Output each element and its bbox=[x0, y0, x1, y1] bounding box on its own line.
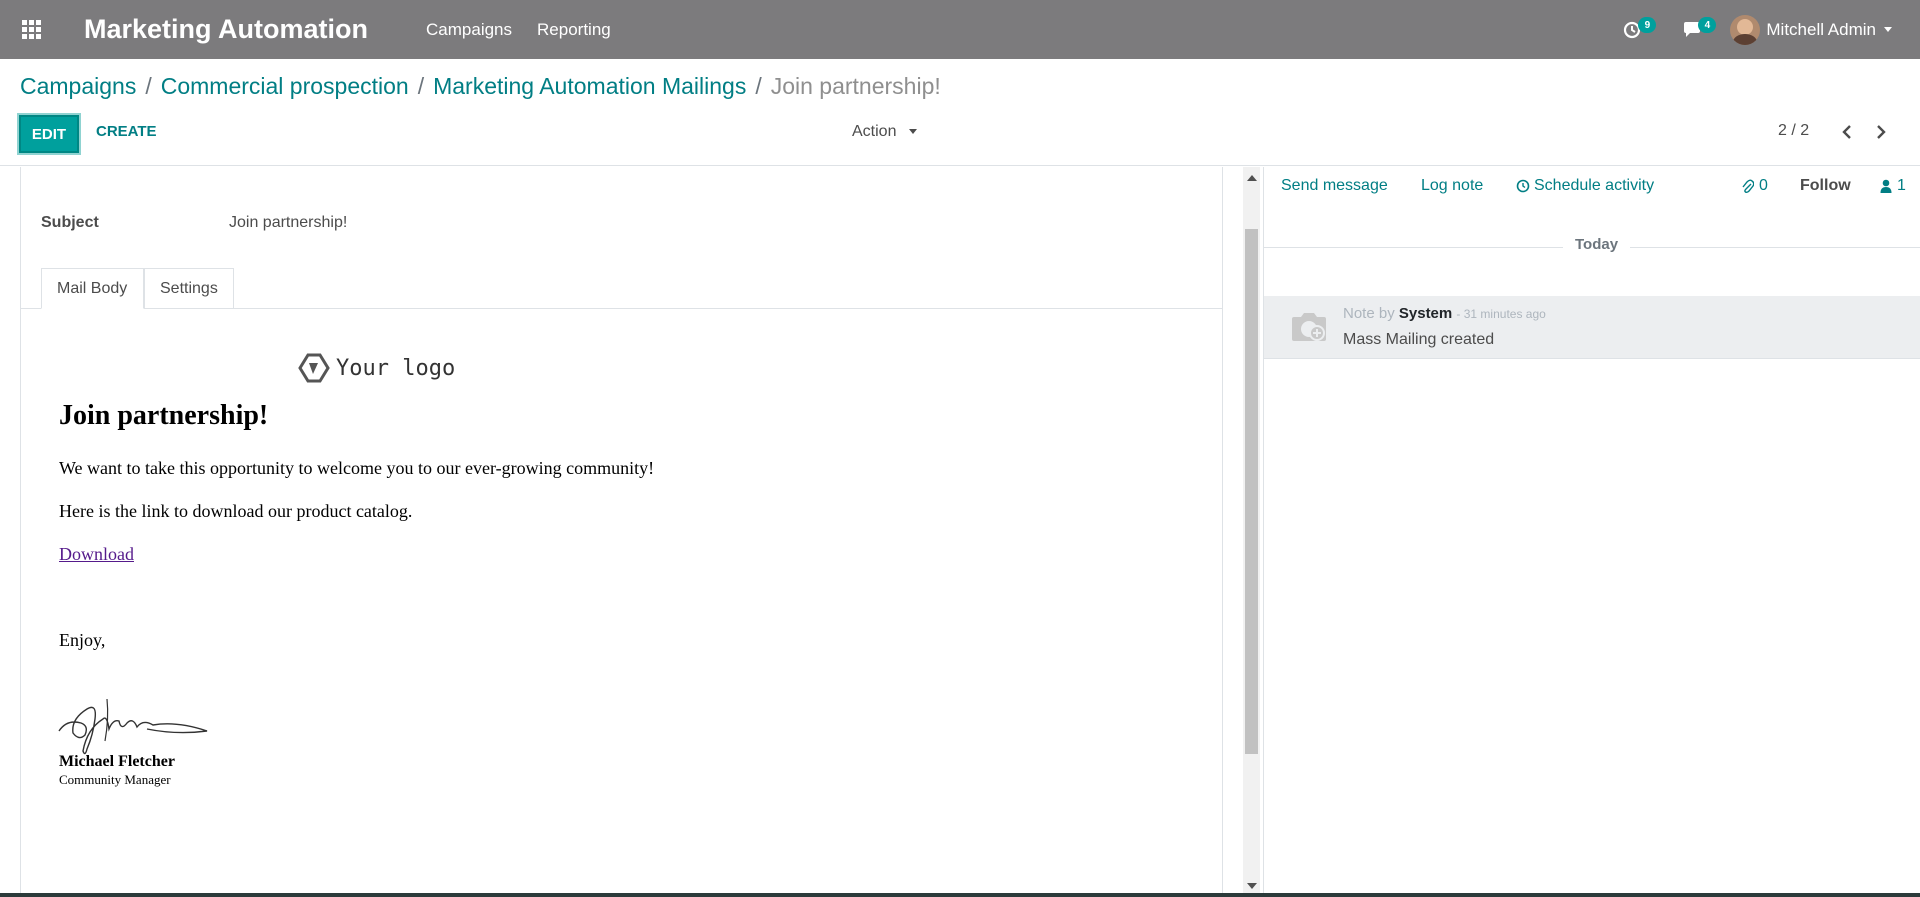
control-panel: Campaigns / Commercial prospection / Mar… bbox=[0, 59, 1920, 166]
scroll-thumb[interactable] bbox=[1245, 229, 1258, 754]
breadcrumb-current: Join partnership! bbox=[770, 73, 941, 99]
attachments-count: 0 bbox=[1759, 177, 1768, 194]
company-logo: Your logo bbox=[298, 352, 455, 384]
signature-role: Community Manager bbox=[59, 772, 171, 787]
message-count-badge: 4 bbox=[1698, 17, 1717, 33]
chatter-message: Note by System - 31 minutes ago Mass Mai… bbox=[1264, 296, 1920, 359]
menu-campaigns[interactable]: Campaigns bbox=[426, 20, 512, 40]
subject-label: Subject bbox=[41, 214, 99, 231]
form-scrollbar[interactable] bbox=[1243, 167, 1260, 897]
message-time: - 31 minutes ago bbox=[1456, 307, 1546, 321]
action-label: Action bbox=[852, 123, 897, 140]
user-name: Mitchell Admin bbox=[1766, 19, 1876, 39]
mail-closing: Enjoy, bbox=[59, 630, 106, 650]
breadcrumb-campaigns[interactable]: Campaigns bbox=[20, 73, 136, 100]
top-navbar: Marketing Automation Campaigns Reporting… bbox=[0, 0, 1920, 59]
form-tabs: Mail Body Settings bbox=[21, 267, 1223, 309]
avatar bbox=[1730, 14, 1761, 45]
follow-button[interactable]: Follow bbox=[1800, 177, 1851, 195]
signature-image bbox=[58, 698, 208, 755]
message-author[interactable]: System bbox=[1399, 305, 1452, 322]
date-separator-label: Today bbox=[1563, 236, 1631, 253]
chevron-right-icon bbox=[1877, 125, 1886, 139]
chevron-down-icon bbox=[1884, 27, 1892, 32]
menu-reporting[interactable]: Reporting bbox=[537, 20, 611, 40]
send-message-button[interactable]: Send message bbox=[1281, 177, 1388, 195]
chatter-panel: Send message Log note Schedule activity … bbox=[1263, 167, 1920, 897]
followers-count: 1 bbox=[1897, 177, 1906, 194]
breadcrumb-separator: / bbox=[417, 73, 425, 99]
user-menu[interactable]: Mitchell Admin bbox=[1730, 14, 1892, 45]
edit-button[interactable]: EDIT bbox=[19, 115, 79, 153]
attachments-button[interactable]: 0 bbox=[1742, 177, 1768, 195]
mail-paragraph-1: We want to take this opportunity to welc… bbox=[59, 458, 655, 478]
followers-button[interactable]: 1 bbox=[1880, 177, 1906, 195]
bottom-edge bbox=[0, 893, 1920, 897]
breadcrumb-separator: / bbox=[145, 73, 152, 99]
pager-next-button[interactable] bbox=[1870, 121, 1892, 143]
scroll-down-arrow[interactable] bbox=[1247, 883, 1257, 889]
create-button[interactable]: CREATE bbox=[96, 123, 157, 140]
schedule-activity-label: Schedule activity bbox=[1534, 177, 1655, 194]
tab-mail-body[interactable]: Mail Body bbox=[41, 268, 144, 309]
paperclip-icon bbox=[1742, 179, 1754, 193]
logo-icon bbox=[298, 353, 330, 383]
user-icon bbox=[1880, 179, 1892, 193]
clock-icon bbox=[1516, 179, 1530, 193]
subject-value: Join partnership! bbox=[229, 214, 348, 231]
form-sheet: Subject Join partnership! Mail Body Sett… bbox=[20, 167, 1223, 897]
message-body: Mass Mailing created bbox=[1343, 331, 1495, 348]
schedule-activity-button[interactable]: Schedule activity bbox=[1516, 177, 1654, 195]
logo-text: Your logo bbox=[336, 355, 456, 381]
apps-menu-icon[interactable] bbox=[0, 0, 62, 59]
breadcrumb: Campaigns / Commercial prospection / Mar… bbox=[20, 73, 941, 100]
system-note-icon bbox=[1292, 313, 1326, 341]
action-dropdown[interactable]: Action bbox=[852, 123, 917, 141]
message-header: Note by System - 31 minutes ago bbox=[1343, 305, 1546, 322]
scroll-up-arrow[interactable] bbox=[1247, 175, 1257, 181]
chatter-topbar: Send message Log note Schedule activity … bbox=[1264, 167, 1920, 207]
download-link[interactable]: Download bbox=[59, 544, 134, 564]
pager-value[interactable]: 2 / 2 bbox=[1778, 122, 1809, 140]
app-title[interactable]: Marketing Automation bbox=[84, 14, 368, 45]
breadcrumb-campaign[interactable]: Commercial prospection bbox=[161, 73, 409, 100]
caret-down-icon bbox=[908, 129, 917, 135]
activity-button[interactable]: 9 bbox=[1602, 0, 1662, 59]
message-type: Note by bbox=[1343, 305, 1395, 322]
messaging-button[interactable]: 4 bbox=[1662, 0, 1722, 59]
chevron-left-icon bbox=[1842, 125, 1851, 139]
mail-paragraph-2: Here is the link to download our product… bbox=[59, 501, 413, 521]
log-note-button[interactable]: Log note bbox=[1421, 177, 1483, 195]
pager-previous-button[interactable] bbox=[1836, 121, 1858, 143]
signature-name: Michael Fletcher bbox=[59, 753, 175, 770]
breadcrumb-separator: / bbox=[755, 73, 762, 99]
tab-settings[interactable]: Settings bbox=[144, 268, 234, 309]
mail-heading: Join partnership! bbox=[59, 400, 269, 431]
activity-count-badge: 9 bbox=[1638, 17, 1657, 33]
breadcrumb-mailings[interactable]: Marketing Automation Mailings bbox=[433, 73, 746, 100]
